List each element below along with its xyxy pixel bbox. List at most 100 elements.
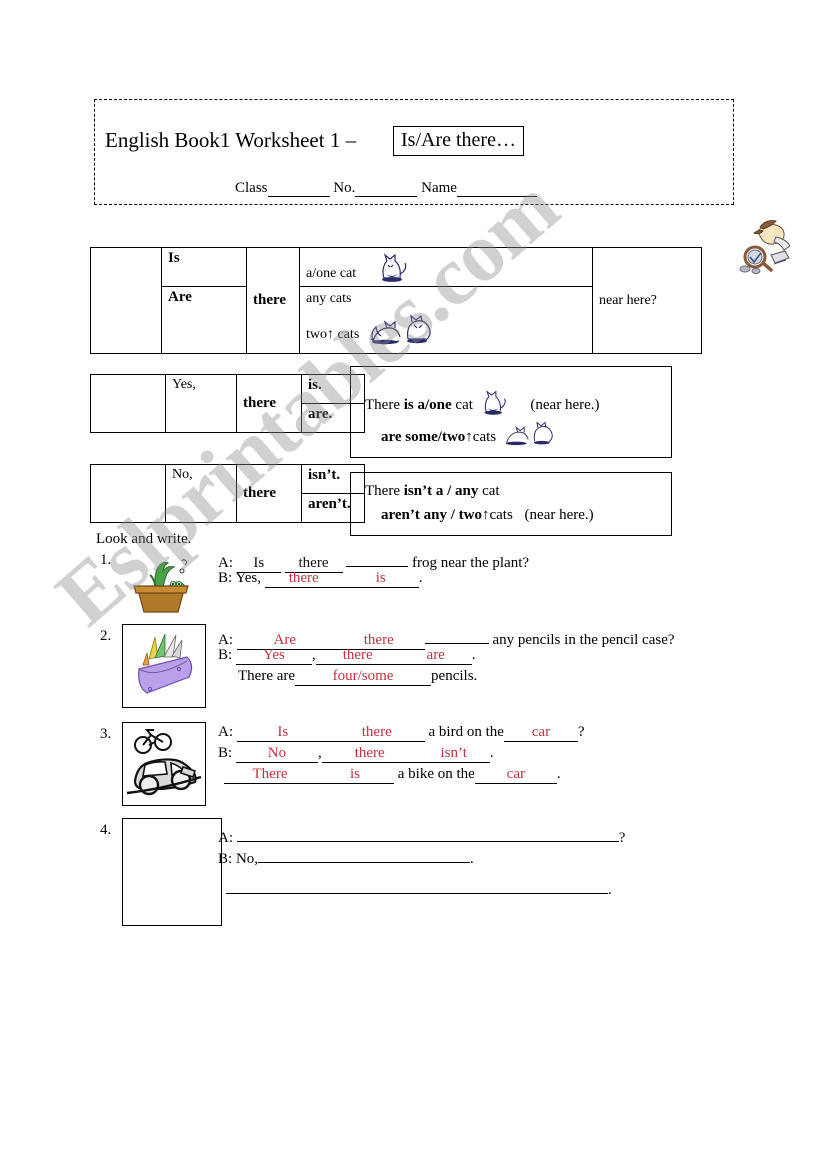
answer-blank[interactable] xyxy=(236,824,619,842)
q-tail: near here? xyxy=(592,247,702,354)
negative-example-line1: There isn’t a / any cat xyxy=(365,483,500,500)
pencil-case-image xyxy=(122,624,206,708)
negative-example-box: There isn’t a / any cat aren’t any / two… xyxy=(350,472,672,536)
neg-l1-bold: isn’t a / any xyxy=(403,483,479,499)
aff-l1-tail: (near here.) xyxy=(530,397,600,413)
answer-blank[interactable]: there xyxy=(321,745,418,763)
item-3-b-end: . xyxy=(489,745,494,761)
q-object-singular-cell: a/one cat xyxy=(299,220,791,289)
speaker-b-label: B: xyxy=(218,570,233,586)
name-label: Name xyxy=(421,180,457,196)
speaker-a-label: A: xyxy=(218,724,233,740)
answer-blank[interactable]: car xyxy=(503,724,578,742)
name-input-line[interactable] xyxy=(456,181,537,197)
topic-badge: Is/Are there… xyxy=(393,126,524,156)
neg-l1-prefix: There xyxy=(365,483,404,499)
answer-blank[interactable]: No xyxy=(235,745,318,763)
yes-blank-cell xyxy=(90,374,166,433)
header-box: English Book1 Worksheet 1 – Is/Are there… xyxy=(94,99,734,205)
speaker-b-label: B: xyxy=(218,745,233,761)
item-1-answer-lines: A: Is there frog near the plant? B: Yes,… xyxy=(218,549,529,591)
item-4-line-b: B: No,. xyxy=(218,845,625,867)
item-2-question-text: any pencils in the pencil case? xyxy=(492,632,675,648)
q-object-any: any cats xyxy=(306,291,352,306)
table-row: Yes, there is. xyxy=(90,374,365,433)
answer-blank[interactable]: Is xyxy=(236,724,329,742)
answer-blank[interactable]: is xyxy=(342,570,419,588)
item-2-c-suffix: pencils. xyxy=(431,668,478,684)
car-with-bikes-image xyxy=(122,722,206,806)
answer-blank[interactable]: four/some xyxy=(295,668,432,686)
neg-l2-suffix: cats xyxy=(489,507,513,523)
answer-blank[interactable] xyxy=(346,549,409,567)
no-word: No, xyxy=(165,464,237,523)
answer-blank[interactable]: there xyxy=(264,570,343,588)
question-pattern-table: Is there a/one cat near here? Are any ca… xyxy=(90,220,791,354)
item-1-b-end: . xyxy=(418,570,423,586)
neg-l1-suffix: cat xyxy=(478,483,500,499)
two-cats-icon xyxy=(500,417,558,454)
answer-blank[interactable]: Yes xyxy=(235,647,312,665)
item-1-line-a: A: Is there frog near the plant? xyxy=(218,549,530,573)
q-aux-plural: Are xyxy=(161,286,247,354)
item-4-answer-lines: A: ? B: No,. . xyxy=(218,824,626,898)
negative-example-line2: aren’t any / two↑cats (near here.) xyxy=(381,507,594,524)
answer-blank[interactable]: car xyxy=(474,766,557,784)
no-there: there xyxy=(236,464,302,523)
table-row: No, there isn’t. xyxy=(90,464,365,523)
no-label: No. xyxy=(333,180,356,196)
item-3-c-end: . xyxy=(556,766,561,782)
q-object-plural-cell: any cats two↑ cats xyxy=(299,286,593,354)
q-object-singular: a/one cat xyxy=(306,266,357,281)
item-4-b-end: . xyxy=(470,851,474,867)
yes-there: there xyxy=(236,374,302,433)
answer-blank[interactable] xyxy=(424,626,489,644)
item-number: 4. xyxy=(100,822,112,838)
affirmative-example-line2: are some/two↑cats xyxy=(381,417,558,454)
item-2-line-b: B: Yes, there are. xyxy=(218,647,675,668)
answer-blank[interactable]: are xyxy=(399,647,472,665)
answer-blank[interactable] xyxy=(226,876,608,894)
student-info-line: Class No. Name xyxy=(235,180,537,197)
item-number: 1. xyxy=(100,552,112,568)
item-number: 2. xyxy=(100,628,112,644)
answer-blank[interactable]: There xyxy=(224,766,316,784)
no-blank-cell xyxy=(90,464,166,523)
answer-blank[interactable]: there xyxy=(315,647,400,665)
aff-l1-prefix: There xyxy=(365,397,404,413)
q-there: there xyxy=(246,247,300,354)
negative-pattern-table: No, there isn’t. aren’t. xyxy=(90,464,365,523)
neg-l2-bold: aren’t any / two↑ xyxy=(381,507,490,523)
plant-pot-with-frog-image xyxy=(122,548,200,619)
item-1-line-b: B: Yes, there is. xyxy=(218,570,529,591)
item-3-c-mid: a bike on the xyxy=(397,766,475,782)
yes-word: Yes, xyxy=(165,374,237,433)
cat-sitting-icon xyxy=(374,252,414,289)
aff-l1-bold: is a/one xyxy=(403,397,452,413)
speaker-b-label: B: xyxy=(218,647,233,663)
q-aux-singular: Is xyxy=(161,247,247,287)
answer-blank[interactable]: isn’t xyxy=(417,745,490,763)
item-2-b-end: . xyxy=(471,647,476,663)
q-blank-cell xyxy=(90,247,162,354)
item-4-line-a: A: ? xyxy=(218,824,626,846)
affirmative-pattern-table: Yes, there is. are. xyxy=(90,374,365,433)
page-title: English Book1 Worksheet 1 – xyxy=(105,128,357,152)
table-row: Is there a/one cat near here? xyxy=(90,220,791,354)
item-3-answer-lines: A: Is there a bird on the car? B: No, there… xyxy=(218,724,585,787)
item-number: 3. xyxy=(100,726,112,742)
answer-blank[interactable] xyxy=(258,845,471,863)
item-4-a-end: ? xyxy=(618,830,626,846)
answer-blank[interactable]: is xyxy=(316,766,394,784)
item-3-a-end: ? xyxy=(577,724,585,740)
item-4-line-c: . xyxy=(218,866,625,898)
answer-blank[interactable]: there xyxy=(328,724,425,742)
worksheet-page: English Book1 Worksheet 1 – Is/Are there… xyxy=(0,0,821,1169)
class-input-line[interactable] xyxy=(267,181,330,197)
item-3-line-a: A: Is there a bird on the car? xyxy=(218,724,585,745)
no-input-line[interactable] xyxy=(355,181,418,197)
item-3-line-c: There is a bike on the car. xyxy=(218,766,585,787)
item-1-question-text: frog near the plant? xyxy=(412,555,530,571)
item-4-b-prefix: No, xyxy=(235,851,259,867)
item-2-line-c: There are four/some pencils. xyxy=(218,668,675,689)
